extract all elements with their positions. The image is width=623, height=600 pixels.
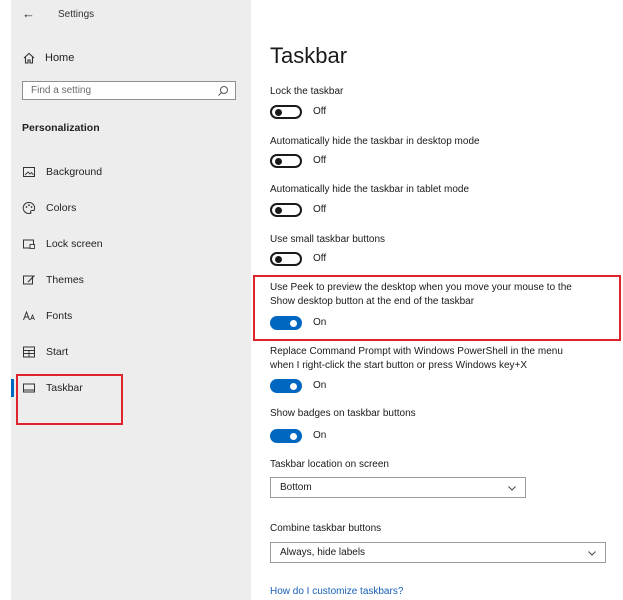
themes-icon (23, 275, 35, 285)
chevron-down-icon (588, 551, 596, 556)
toggle-state-text: Off (313, 204, 327, 215)
peek-label: Use Peek to preview the desktop when you… (270, 281, 572, 309)
powershell-label: Replace Command Prompt with Windows Powe… (270, 345, 563, 373)
sidebar-item-label: Lock screen (46, 238, 103, 250)
sidebar-item-start[interactable]: Start (11, 342, 251, 362)
page-title: Taskbar (270, 43, 348, 68)
combine-dropdown[interactable]: Always, hide labels (270, 542, 606, 563)
autohide-tablet-label: Automatically hide the taskbar in tablet… (270, 184, 469, 195)
powershell-label-line1: Replace Command Prompt with Windows Powe… (270, 346, 563, 357)
title-bar: ← Settings (11, 0, 251, 30)
lock-screen-icon (23, 239, 35, 249)
main-content: Taskbar Lock the taskbar Off Automatical… (270, 0, 623, 600)
toggle-knob (275, 158, 282, 165)
search-box[interactable] (22, 81, 236, 100)
peek-label-line1: Use Peek to preview the desktop when you… (270, 282, 572, 293)
sidebar-item-label: Fonts (46, 310, 73, 322)
autohide-desktop-label: Automatically hide the taskbar in deskto… (270, 136, 480, 147)
combine-value: Always, hide labels (280, 547, 366, 558)
powershell-label-line2: when I right-click the start button or p… (270, 360, 528, 371)
chevron-down-icon (508, 486, 516, 491)
sidebar-item-label: Background (46, 166, 103, 178)
search-input[interactable] (31, 85, 217, 96)
selection-indicator (11, 379, 14, 397)
toggle-knob (290, 383, 297, 390)
background-icon (23, 167, 35, 177)
powershell-toggle[interactable] (270, 379, 302, 393)
location-value: Bottom (280, 482, 312, 493)
sidebar-item-colors[interactable]: Colors (11, 198, 251, 218)
palette-icon (22, 201, 36, 214)
peek-toggle[interactable] (270, 316, 302, 330)
peek-label-line2: Show desktop button at the end of the ta… (270, 296, 475, 307)
combine-label: Combine taskbar buttons (270, 523, 382, 534)
home-label: Home (45, 52, 75, 64)
toggle-knob (275, 256, 282, 263)
toggle-state-text: On (313, 430, 327, 441)
sidebar-item-background[interactable]: Background (11, 162, 251, 182)
badges-toggle[interactable] (270, 429, 302, 443)
window-title: Settings (58, 9, 95, 20)
toggle-state-text: Off (313, 155, 327, 166)
start-icon (23, 346, 35, 358)
toggle-knob (275, 109, 282, 116)
back-arrow-icon[interactable]: ← (22, 6, 35, 21)
toggle-state-text: Off (313, 253, 327, 264)
sidebar-item-lock-screen[interactable]: Lock screen (11, 234, 251, 254)
sidebar-item-label: Themes (46, 274, 84, 286)
toggle-knob (290, 433, 297, 440)
sidebar: ← Settings Home Personalization Backgrou… (11, 0, 251, 600)
small-buttons-label: Use small taskbar buttons (270, 234, 386, 245)
sidebar-item-label: Start (46, 346, 69, 358)
section-heading: Personalization (22, 122, 100, 134)
sidebar-item-fonts[interactable]: Fonts (11, 306, 251, 326)
search-icon[interactable] (217, 85, 229, 97)
home-icon (23, 52, 35, 64)
home-nav-item[interactable]: Home (22, 50, 74, 66)
small-buttons-toggle[interactable] (270, 252, 302, 266)
location-label: Taskbar location on screen (270, 459, 389, 470)
taskbar-highlight-box (16, 374, 123, 425)
toggle-knob (275, 207, 282, 214)
lock-taskbar-toggle[interactable] (270, 105, 302, 119)
autohide-desktop-toggle[interactable] (270, 154, 302, 168)
autohide-tablet-toggle[interactable] (270, 203, 302, 217)
customize-taskbars-help-link[interactable]: How do I customize taskbars? (270, 586, 403, 597)
fonts-icon (23, 310, 35, 321)
sidebar-item-themes[interactable]: Themes (11, 270, 251, 290)
location-dropdown[interactable]: Bottom (270, 477, 526, 498)
sidebar-item-label: Colors (46, 202, 77, 214)
badges-label: Show badges on taskbar buttons (270, 408, 416, 419)
toggle-state-text: On (313, 317, 327, 328)
toggle-state-text: Off (313, 106, 327, 117)
toggle-state-text: On (313, 380, 327, 391)
lock-taskbar-label: Lock the taskbar (270, 86, 344, 97)
toggle-knob (290, 320, 297, 327)
